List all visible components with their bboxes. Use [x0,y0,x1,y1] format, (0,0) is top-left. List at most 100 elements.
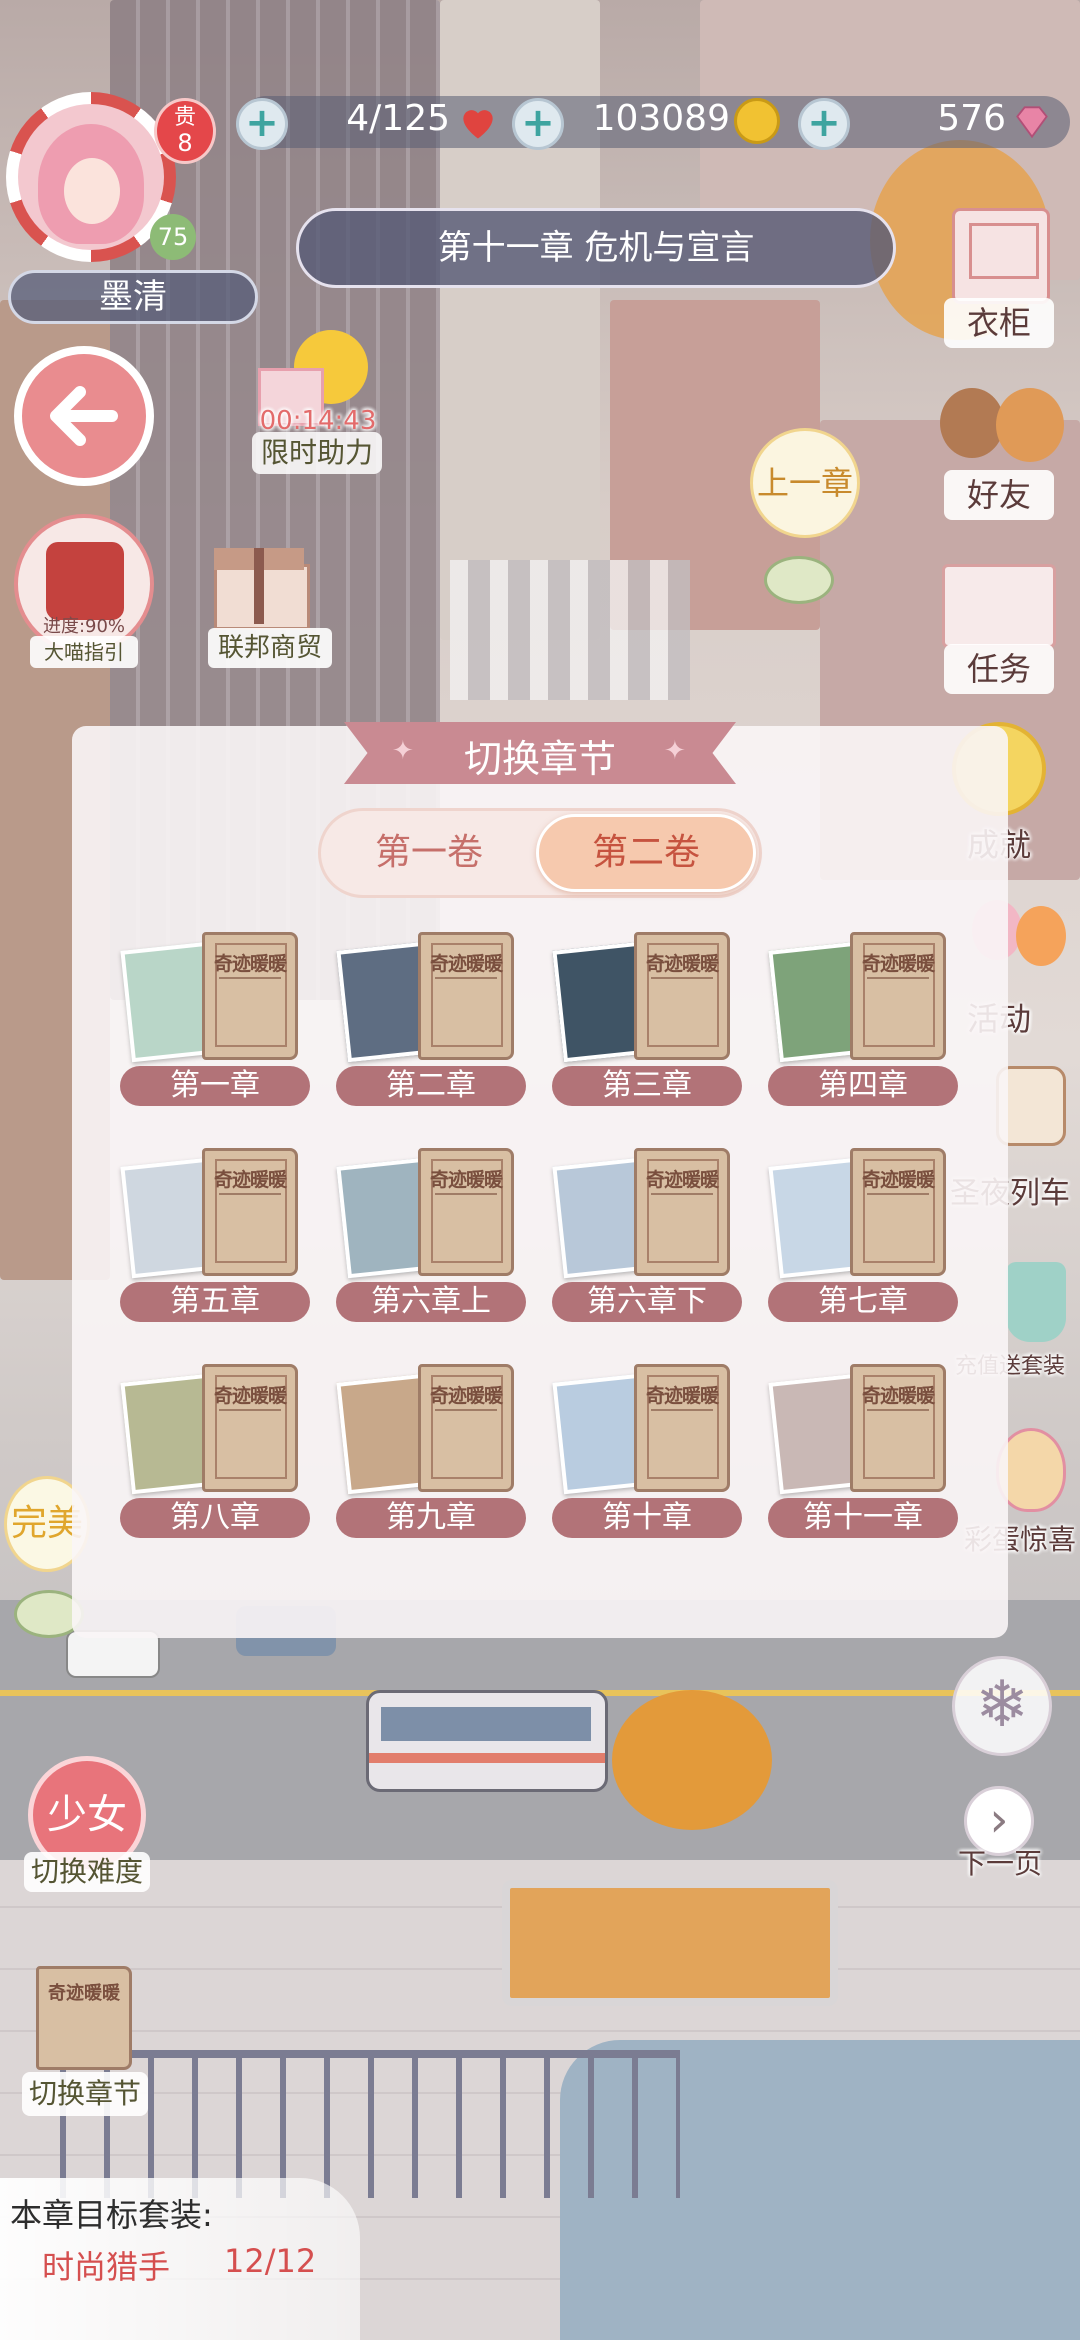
chapter-book-title: 奇迹暖暖 [861,1385,935,1407]
add-stamina-button[interactable]: + [236,98,288,150]
chapter-book-icon: 奇迹暖暖 [418,1148,514,1276]
chapter-card[interactable]: 奇迹暖暖第一章 [120,932,312,1112]
chapter-label: 第十章 [552,1498,742,1538]
chapter-book-title: 奇迹暖暖 [645,953,719,975]
chapter-book-title: 奇迹暖暖 [213,1385,287,1407]
star-ornament-icon: ✦ [664,736,686,766]
chapter-label: 第二章 [336,1066,526,1106]
next-page-label[interactable]: 下一页 [940,1842,1060,1882]
chapter-card[interactable]: 奇迹暖暖第三章 [552,932,744,1112]
chapter-goal-box: 本章目标套装: 时尚猎手 12/12 [0,2178,360,2340]
snowflake-icon[interactable]: ❄ [952,1656,1052,1756]
chapter-book-icon: 奇迹暖暖 [634,1148,730,1276]
chapter-card[interactable]: 奇迹暖暖第九章 [336,1364,528,1544]
chapter-book-icon: 奇迹暖暖 [850,1364,946,1492]
add-coins-button[interactable]: + [512,98,564,150]
map-node-marker[interactable] [764,556,834,604]
stamina-value: 4/125 [346,98,450,139]
chapter-card[interactable]: 奇迹暖暖 第七章 [768,1148,960,1328]
coin-icon [734,98,780,144]
chapter-card[interactable]: 奇迹暖暖第六章上 [336,1148,528,1328]
switch-chapter-book-title: 奇迹暖暖 [48,1983,120,2004]
chapter-book-title: 奇迹暖暖 [429,1385,503,1407]
tasks-book-icon[interactable] [942,564,1056,648]
federation-trade-text: 联邦商贸 [217,633,322,663]
wardrobe-icon[interactable] [952,208,1050,304]
bridge [60,2050,680,2198]
goal-suit-name: 时尚猎手 [42,2248,171,2286]
chapter-card[interactable]: 奇迹暖暖第四章 [768,932,960,1112]
federation-trade-label[interactable]: 联邦商贸 [208,628,332,668]
difficulty-badge-text: 少女 [47,1792,127,1838]
limited-boost-text: 限时助力 [260,436,373,469]
chapter-book-title: 奇迹暖暖 [861,953,935,975]
chapter-book-icon: 奇迹暖暖 [850,932,946,1060]
chapter-card[interactable]: 奇迹暖暖第二章 [336,932,528,1112]
gift-box-icon[interactable] [208,534,316,630]
chapter-label: 第三章 [552,1066,742,1106]
back-button[interactable] [14,346,154,486]
chapter-book-icon: 奇迹暖暖 [202,1148,298,1276]
star-ornament-icon: ✦ [392,736,414,766]
vip-label: 贵 [173,105,196,130]
chapter-title: 第十一章 危机与宣言 [437,228,755,268]
diamond-value: 576 [937,98,1006,139]
chapter-book-title: 奇迹暖暖 [645,1169,719,1191]
chapter-label: 第九章 [336,1498,526,1538]
chapter-label: 第六章上 [336,1282,526,1322]
guide-label-text: 大喵指引 [44,640,124,664]
switch-chapter-book-icon[interactable]: 奇迹暖暖 [36,1966,132,2070]
vip-level: 8 [177,129,193,157]
chapter-book-title: 奇迹暖暖 [645,1385,719,1407]
chapter-book-icon: 奇迹暖暖 [202,932,298,1060]
back-arrow-icon [50,386,118,446]
crosswalk [450,560,690,700]
diamond-icon [1010,100,1054,144]
tasks-label[interactable]: 任务 [944,644,1054,694]
add-diamonds-button[interactable]: + [798,98,850,150]
chapter-book-title: 奇迹暖暖 [429,953,503,975]
heart-icon [456,100,500,144]
chapter-card[interactable]: 奇迹暖暖第十章 [552,1364,744,1544]
wardrobe-text: 衣柜 [966,304,1031,342]
chapter-label: 第六章下 [552,1282,742,1322]
bus [366,1690,608,1792]
chapter-label: 第八章 [120,1498,310,1538]
friends-icon[interactable] [932,382,1072,472]
switch-difficulty-text: 切换难度 [30,1855,143,1888]
prev-chapter-text: 上一章 [756,464,853,502]
chapter-card[interactable]: 奇迹暖暖第六章下 [552,1148,744,1328]
friends-text: 好友 [966,476,1031,514]
vip-badge[interactable]: 贵 8 [154,98,216,164]
chapter-book-icon: 奇迹暖暖 [634,932,730,1060]
switch-difficulty-label[interactable]: 切换难度 [24,1852,150,1892]
tasks-text: 任务 [966,650,1031,688]
chapter-book-icon: 奇迹暖暖 [634,1364,730,1492]
prev-chapter-bubble[interactable]: 上一章 [750,428,860,538]
chapter-card[interactable]: 奇迹暖暖第五章 [120,1148,312,1328]
tab-volume-2[interactable]: 第二卷 [536,814,756,892]
switch-chapter-label[interactable]: 切换章节 [22,2072,148,2116]
friends-label[interactable]: 好友 [944,470,1054,520]
chapter-label: 第四章 [768,1066,958,1106]
chapter-book-icon: 奇迹暖暖 [418,1364,514,1492]
chapter-book-title: 奇迹暖暖 [213,953,287,975]
player-name-plate[interactable]: 墨清 [8,270,258,324]
chapter-book-icon: 奇迹暖暖 [850,1148,946,1276]
player-name: 墨清 [99,277,167,317]
chapter-book-title: 奇迹暖暖 [429,1169,503,1191]
tab-volume-1[interactable]: 第一卷 [324,814,534,892]
player-level: 75 [157,223,189,251]
guide-label[interactable]: 大喵指引 [30,636,138,668]
dress-icon[interactable] [1006,1262,1066,1342]
chapter-card[interactable]: 奇迹暖暖第八章 [120,1364,312,1544]
wardrobe-label[interactable]: 衣柜 [944,298,1054,348]
chapter-book-icon: 奇迹暖暖 [418,932,514,1060]
chapter-title-banner: 第十一章 危机与宣言 [296,208,896,288]
chapter-label: 第五章 [120,1282,310,1322]
limited-boost-label[interactable]: 限时助力 [252,432,382,474]
chapter-label: 第一章 [120,1066,310,1106]
chapter-book-title: 奇迹暖暖 [861,1169,935,1191]
chapter-card[interactable]: 奇迹暖暖第十一章 [768,1364,960,1544]
chapter-label: 第十一章 [768,1498,958,1538]
